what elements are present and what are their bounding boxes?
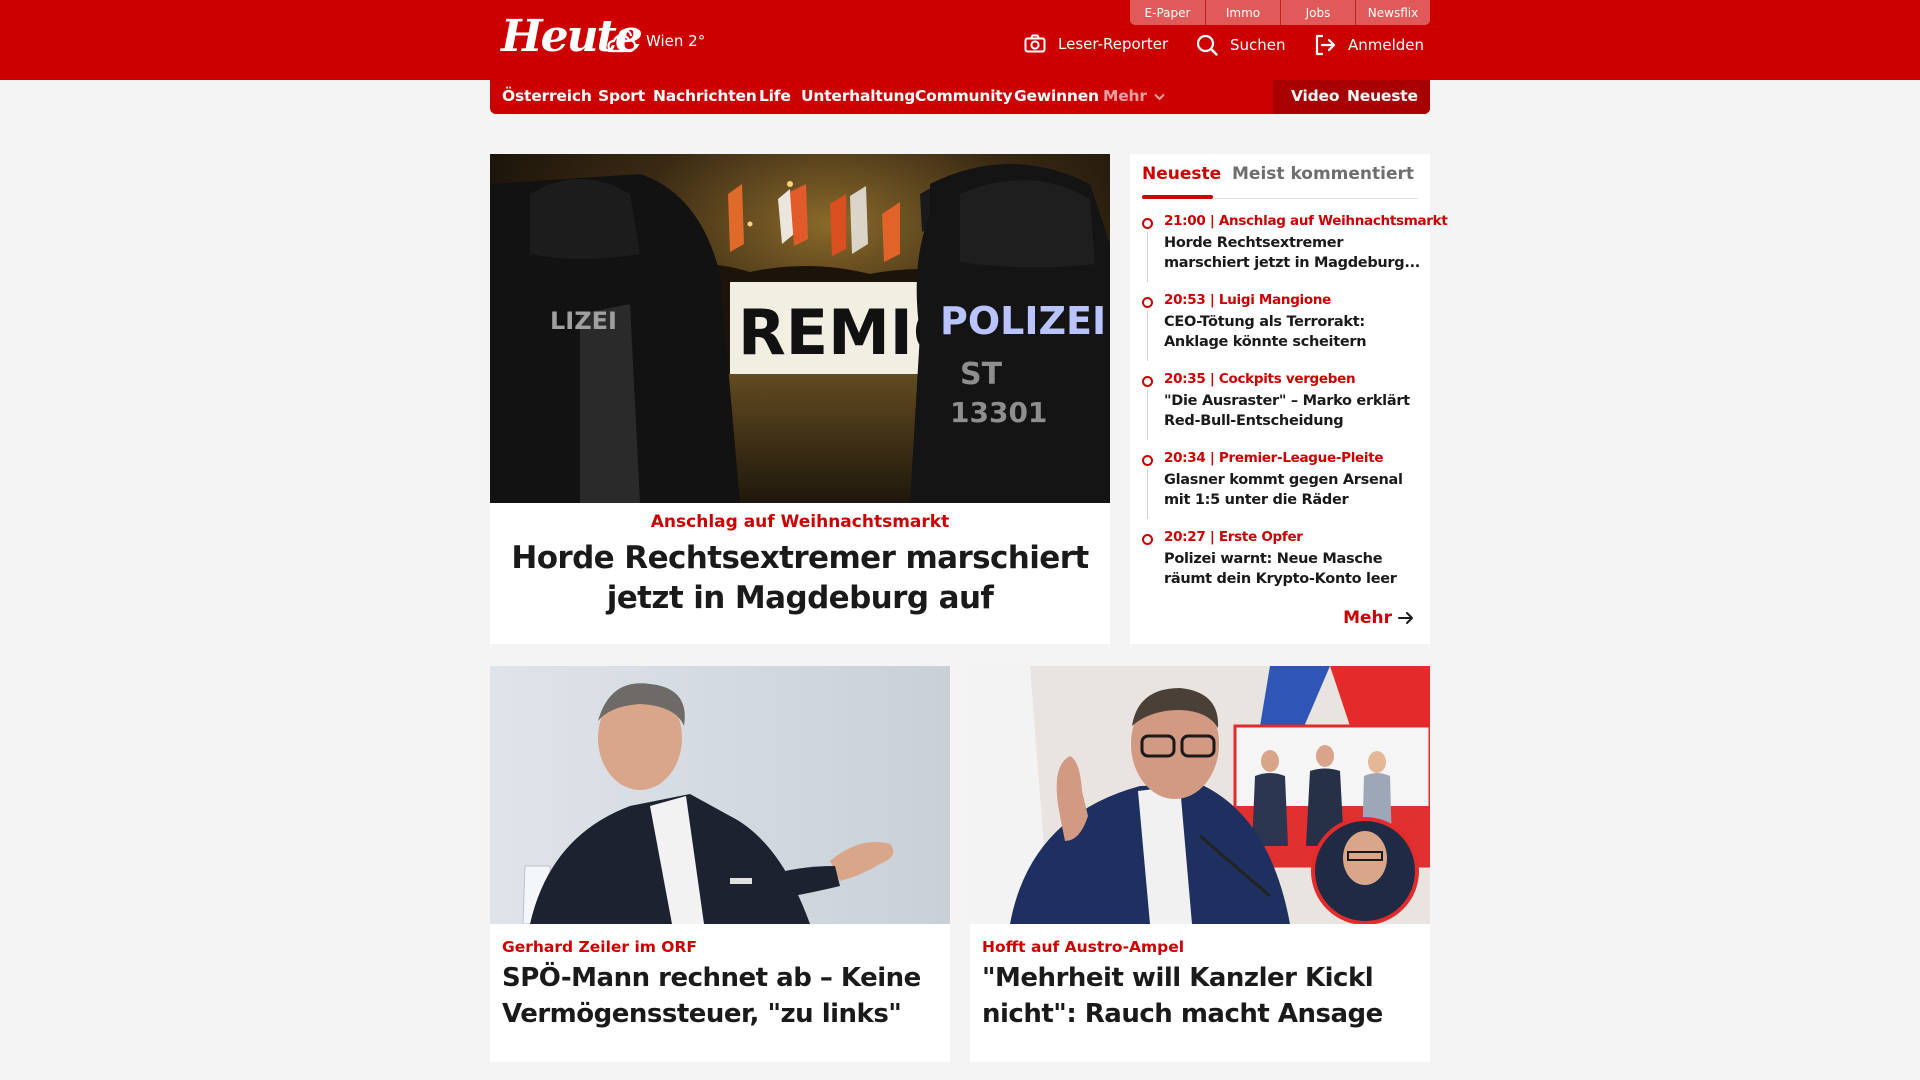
nav-more-dropdown[interactable]: Mehr [1103, 87, 1165, 105]
article-card-kicker[interactable]: Hofft auf Austro-Ampel [982, 938, 1184, 956]
lead-article-title[interactable]: Horde Rechtsextremer marschiert jetzt in… [495, 538, 1105, 618]
article-card-title[interactable]: SPÖ-Mann rechnet ab – Keine Vermögensste… [502, 960, 942, 1032]
nav-item-neueste[interactable]: Neueste [1347, 87, 1418, 105]
article-card-kicker[interactable]: Gerhard Zeiler im ORF [502, 938, 697, 956]
newest-panel: Neueste Meist kommentiert 21:00 | Anschl… [1130, 154, 1448, 644]
nav-item-nachrichten[interactable]: Nachrichten [653, 87, 757, 105]
police-unit-text: ST [960, 357, 1003, 392]
tab-meist-kommentiert[interactable]: Meist kommentiert [1232, 164, 1414, 184]
active-tab-indicator [1142, 195, 1213, 199]
arrow-right-icon [1398, 612, 1413, 624]
list-item-meta: 20:53 | Luigi Mangione [1164, 292, 1332, 308]
leser-reporter-label: Leser-Reporter [1058, 35, 1169, 53]
weather-widget[interactable]: Wien 2° [604, 27, 705, 55]
more-link[interactable]: Mehr [1343, 608, 1414, 628]
list-item-title[interactable]: "Die Ausraster" – Marko erklärt Red-Bull… [1164, 391, 1422, 431]
utility-tab-jobs[interactable]: Jobs [1280, 0, 1355, 25]
list-item-meta: 20:35 | Cockpits vergeben [1164, 371, 1356, 387]
utility-tab-epaper[interactable]: E-Paper [1130, 0, 1205, 25]
site-header: E-Paper Immo Jobs Newsflix Heute Wien 2°… [0, 0, 1920, 80]
login-icon [1315, 34, 1336, 56]
timeline-dot-icon [1142, 297, 1153, 308]
nav-item-video[interactable]: Video [1291, 87, 1339, 105]
lead-article[interactable]: REMIGR LIZEI POLIZEI ST 13301 Anschlag a… [490, 154, 1110, 644]
list-item-meta: 21:00 | Anschlag auf Weihnachtsmarkt [1164, 213, 1448, 229]
timeline-line [1147, 469, 1148, 519]
article-card-title[interactable]: "Mehrheit will Kanzler Kickl nicht": Rau… [982, 960, 1422, 1032]
nav-item-community[interactable]: Community [915, 87, 1013, 105]
more-link-label: Mehr [1343, 608, 1392, 628]
list-item-meta: 20:27 | Erste Opfer [1164, 529, 1303, 545]
rauch-photo [970, 666, 1430, 924]
list-item-meta: 20:34 | Premier-League-Pleite [1164, 450, 1384, 466]
login-button[interactable]: Anmelden [1314, 34, 1424, 56]
camera-icon [1024, 34, 1046, 53]
timeline-line [1147, 232, 1148, 282]
article-card-zeiler[interactable]: Gerhard Zeiler im ORF SPÖ-Mann rechnet a… [490, 666, 950, 1062]
list-item-title[interactable]: Horde Rechtsextremer marschiert jetzt in… [1164, 233, 1422, 273]
article-card-image[interactable] [970, 666, 1430, 924]
lead-article-image[interactable]: REMIGR LIZEI POLIZEI ST 13301 [490, 154, 1110, 503]
nav-more-label: Mehr [1103, 87, 1147, 105]
nav-highlight-area: Video Neueste [1273, 80, 1430, 114]
weather-label: Wien 2° [646, 32, 706, 50]
timeline-dot-icon [1142, 534, 1153, 545]
search-icon [1196, 34, 1218, 56]
nav-item-gewinnen[interactable]: Gewinnen [1014, 87, 1099, 105]
utility-tabs: E-Paper Immo Jobs Newsflix [1130, 0, 1430, 25]
partly-cloudy-icon [607, 29, 637, 53]
nav-item-life[interactable]: Life [759, 87, 791, 105]
leser-reporter-link[interactable]: Leser-Reporter [1024, 34, 1168, 54]
nav-item-oesterreich[interactable]: Österreich [502, 87, 592, 105]
newest-tabs: Neueste Meist kommentiert [1142, 154, 1418, 199]
timeline-dot-icon [1142, 455, 1153, 466]
police-number-text: 13301 [950, 396, 1047, 429]
list-item-title[interactable]: Glasner kommt gegen Arsenal mit 1:5 unte… [1164, 470, 1422, 510]
lead-photo: REMIGR LIZEI POLIZEI ST 13301 [490, 154, 1110, 503]
nav-item-unterhaltung[interactable]: Unterhaltung [801, 87, 915, 105]
search-label: Suchen [1230, 36, 1286, 54]
list-item-title[interactable]: CEO-Tötung als Terrorakt: Anklage könnte… [1164, 312, 1422, 352]
tab-neueste[interactable]: Neueste [1142, 164, 1221, 184]
utility-tab-newsflix[interactable]: Newsflix [1355, 0, 1430, 25]
timeline-line [1147, 390, 1148, 440]
utility-tab-immo[interactable]: Immo [1205, 0, 1280, 25]
timeline-dot-icon [1142, 376, 1153, 387]
timeline-dot-icon [1142, 218, 1153, 229]
login-label: Anmelden [1348, 36, 1425, 54]
zeiler-photo [490, 666, 950, 924]
search-button[interactable]: Suchen [1196, 34, 1286, 56]
article-card-image[interactable] [490, 666, 950, 924]
lead-article-kicker[interactable]: Anschlag auf Weihnachtsmarkt [490, 512, 1110, 532]
police-left-text: LIZEI [550, 307, 617, 335]
timeline-line [1147, 311, 1148, 361]
article-card-rauch[interactable]: Hofft auf Austro-Ampel "Mehrheit will Ka… [970, 666, 1430, 1062]
main-nav: Österreich Sport Nachrichten Life Unterh… [490, 80, 1430, 114]
police-right-text: POLIZEI [940, 299, 1106, 343]
chevron-down-icon [1154, 94, 1165, 100]
nav-item-sport[interactable]: Sport [598, 87, 645, 105]
list-item-title[interactable]: Polizei warnt: Neue Masche räumt dein Kr… [1164, 549, 1422, 589]
